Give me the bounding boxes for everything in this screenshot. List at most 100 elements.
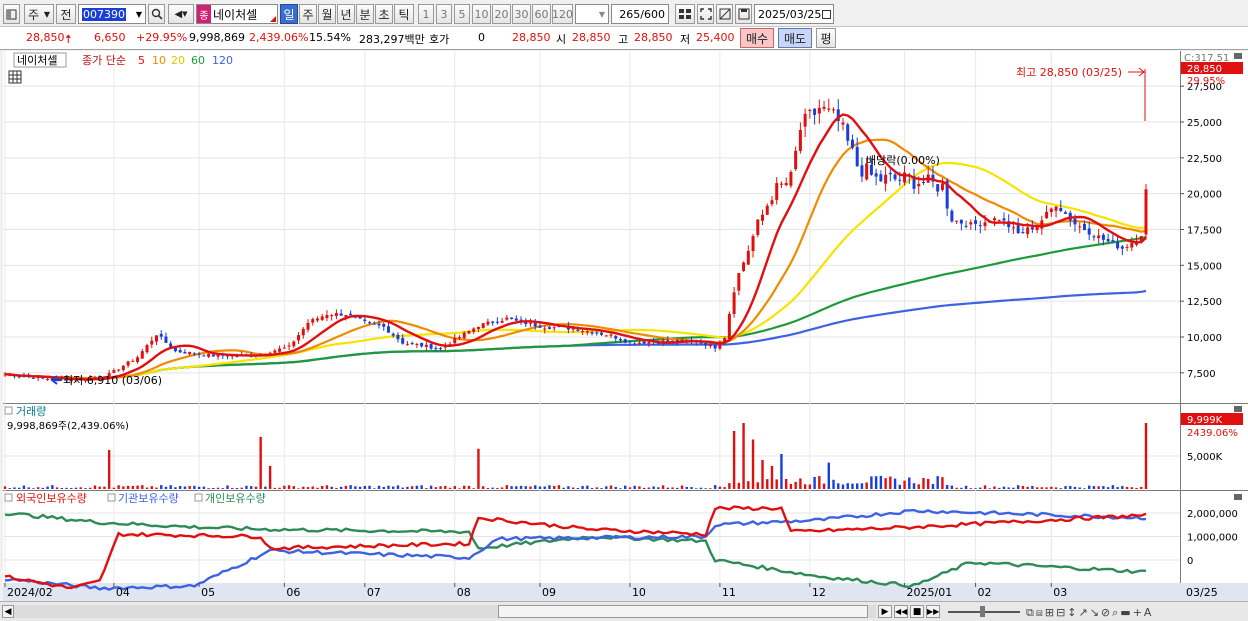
volume-bar bbox=[874, 476, 878, 489]
eval-button[interactable]: 평 bbox=[816, 28, 836, 48]
candle-body bbox=[647, 342, 651, 344]
candle-body bbox=[704, 343, 708, 346]
candle-body bbox=[500, 320, 504, 323]
candle-body bbox=[202, 355, 206, 357]
volume-bar bbox=[562, 487, 565, 489]
date-field[interactable]: 2025/03/25 bbox=[754, 4, 834, 24]
stock-name-field[interactable]: 종 네이처셀 bbox=[196, 4, 278, 24]
candle-body bbox=[1016, 225, 1020, 234]
volume-bar bbox=[624, 485, 627, 489]
stock-chart[interactable]: 27,50025,00022,50020,00017,50015,00012,5… bbox=[0, 51, 1248, 601]
layout-button[interactable] bbox=[675, 4, 695, 24]
candle-body bbox=[969, 222, 973, 225]
chart-area[interactable]: 27,500 25,000 22,500 20,000 17,500 15,000 12,5… bbox=[0, 51, 1248, 601]
tab-period-second[interactable]: 초 bbox=[375, 4, 393, 24]
change-value: 6,650 bbox=[94, 31, 126, 44]
candle-body bbox=[585, 331, 589, 333]
volume-bar bbox=[723, 487, 726, 489]
minute-option-20[interactable]: 20 bbox=[492, 4, 511, 24]
candle-body bbox=[401, 337, 405, 344]
stock-badge-icon: 종 bbox=[197, 5, 211, 23]
minute-option-3[interactable]: 3 bbox=[436, 4, 452, 24]
volume-bar bbox=[505, 485, 509, 489]
volume-bar bbox=[993, 486, 996, 489]
legend-marker bbox=[107, 493, 116, 502]
max-price-label: 최고 28,850 (03/25) bbox=[1016, 66, 1122, 79]
tab-period-tick[interactable]: 틱 bbox=[394, 4, 414, 24]
volume-bar bbox=[439, 486, 442, 489]
type-select[interactable]: 주 ▼ bbox=[24, 4, 54, 24]
volume-bar bbox=[529, 486, 532, 489]
candle-body bbox=[306, 322, 310, 330]
minute-option-1[interactable]: 1 bbox=[418, 4, 434, 24]
last-pct-tag-text: 29.95% bbox=[1187, 76, 1225, 87]
panel-maximize-icon[interactable] bbox=[1234, 53, 1242, 59]
volume-bar bbox=[1059, 488, 1062, 489]
tab-period-day[interactable]: 일 bbox=[280, 4, 298, 24]
tab-period-year[interactable]: 년 bbox=[337, 4, 355, 24]
volume-bar bbox=[425, 488, 428, 489]
save-button[interactable] bbox=[735, 4, 752, 24]
rewind-icon[interactable]: ◀◀ bbox=[894, 605, 908, 618]
x-tick-label: 2024/02 bbox=[7, 586, 53, 599]
volume-panel-icon[interactable] bbox=[4, 406, 13, 415]
code-input[interactable]: 007390 ▼ bbox=[78, 4, 146, 24]
candle-body bbox=[150, 340, 154, 345]
volume-bar bbox=[955, 487, 958, 489]
search-button[interactable] bbox=[148, 4, 165, 24]
minute-option-10[interactable]: 10 bbox=[472, 4, 491, 24]
fullscreen-icon bbox=[719, 8, 730, 20]
sell-button[interactable]: 매도 bbox=[778, 28, 812, 48]
tool-icons[interactable]: ⧉⧈⊞⊟↕↗↘⊘⌕▬+A bbox=[1026, 606, 1153, 620]
scroll-thumb[interactable] bbox=[498, 605, 868, 618]
volume-bar bbox=[55, 487, 59, 489]
candle-body bbox=[959, 219, 963, 224]
fast-forward-icon[interactable]: ▶▶ bbox=[926, 605, 940, 618]
candle-body bbox=[974, 220, 978, 224]
minute-option-5[interactable]: 5 bbox=[454, 4, 470, 24]
candle-body bbox=[476, 326, 480, 330]
tab-period-month[interactable]: 월 bbox=[318, 4, 336, 24]
scroll-left-icon[interactable]: ◀ bbox=[2, 605, 14, 618]
holding-panel-icon[interactable] bbox=[4, 493, 13, 502]
expand-button[interactable] bbox=[697, 4, 714, 24]
prev-stock-button[interactable]: ◀ ▼ bbox=[168, 4, 194, 24]
candle-body bbox=[789, 171, 793, 186]
tab-period-minute[interactable]: 분 bbox=[356, 4, 374, 24]
candle-body bbox=[803, 113, 807, 127]
minute-option-30[interactable]: 30 bbox=[512, 4, 531, 24]
volume-maximize-icon[interactable] bbox=[1234, 406, 1242, 412]
candle-body bbox=[415, 344, 419, 346]
volume-tag-pct: 2439.06% bbox=[1187, 428, 1238, 439]
window-icon[interactable] bbox=[3, 4, 20, 24]
count-field[interactable]: 265/600 bbox=[611, 4, 669, 24]
candle-body bbox=[1097, 235, 1101, 239]
volume-bar bbox=[742, 423, 745, 489]
volume-bar bbox=[22, 485, 26, 489]
volume-bar bbox=[666, 487, 670, 489]
zoom-slider-thumb[interactable] bbox=[980, 606, 985, 617]
tab-period-week[interactable]: 주 bbox=[299, 4, 317, 24]
candle-body bbox=[192, 353, 196, 355]
volume-bar bbox=[13, 487, 16, 489]
volume-bar bbox=[737, 482, 741, 489]
legend-ma60: 60 bbox=[191, 54, 205, 67]
candle-body bbox=[453, 338, 457, 344]
buy-button[interactable]: 매수 bbox=[740, 28, 774, 48]
minute-option-120[interactable]: 120 bbox=[552, 4, 573, 24]
volume-bar bbox=[420, 485, 423, 489]
holding-maximize-icon[interactable] bbox=[1234, 494, 1242, 500]
volume-bar bbox=[283, 485, 286, 489]
jeon-button[interactable]: 전 bbox=[56, 4, 76, 24]
volume-bar bbox=[818, 476, 821, 489]
volume-bar bbox=[756, 482, 759, 489]
stop-icon[interactable]: ■ bbox=[910, 605, 924, 618]
minute-option-60[interactable]: 60 bbox=[532, 4, 551, 24]
custom-period-select[interactable]: ▼ bbox=[575, 4, 609, 24]
scroll-right-icon[interactable]: ▶ bbox=[878, 605, 892, 618]
volume-bar bbox=[747, 481, 750, 489]
volume-bar bbox=[964, 485, 968, 489]
table-icon[interactable] bbox=[8, 70, 22, 84]
fullscreen-button[interactable] bbox=[716, 4, 733, 24]
candle-body bbox=[1130, 243, 1134, 248]
